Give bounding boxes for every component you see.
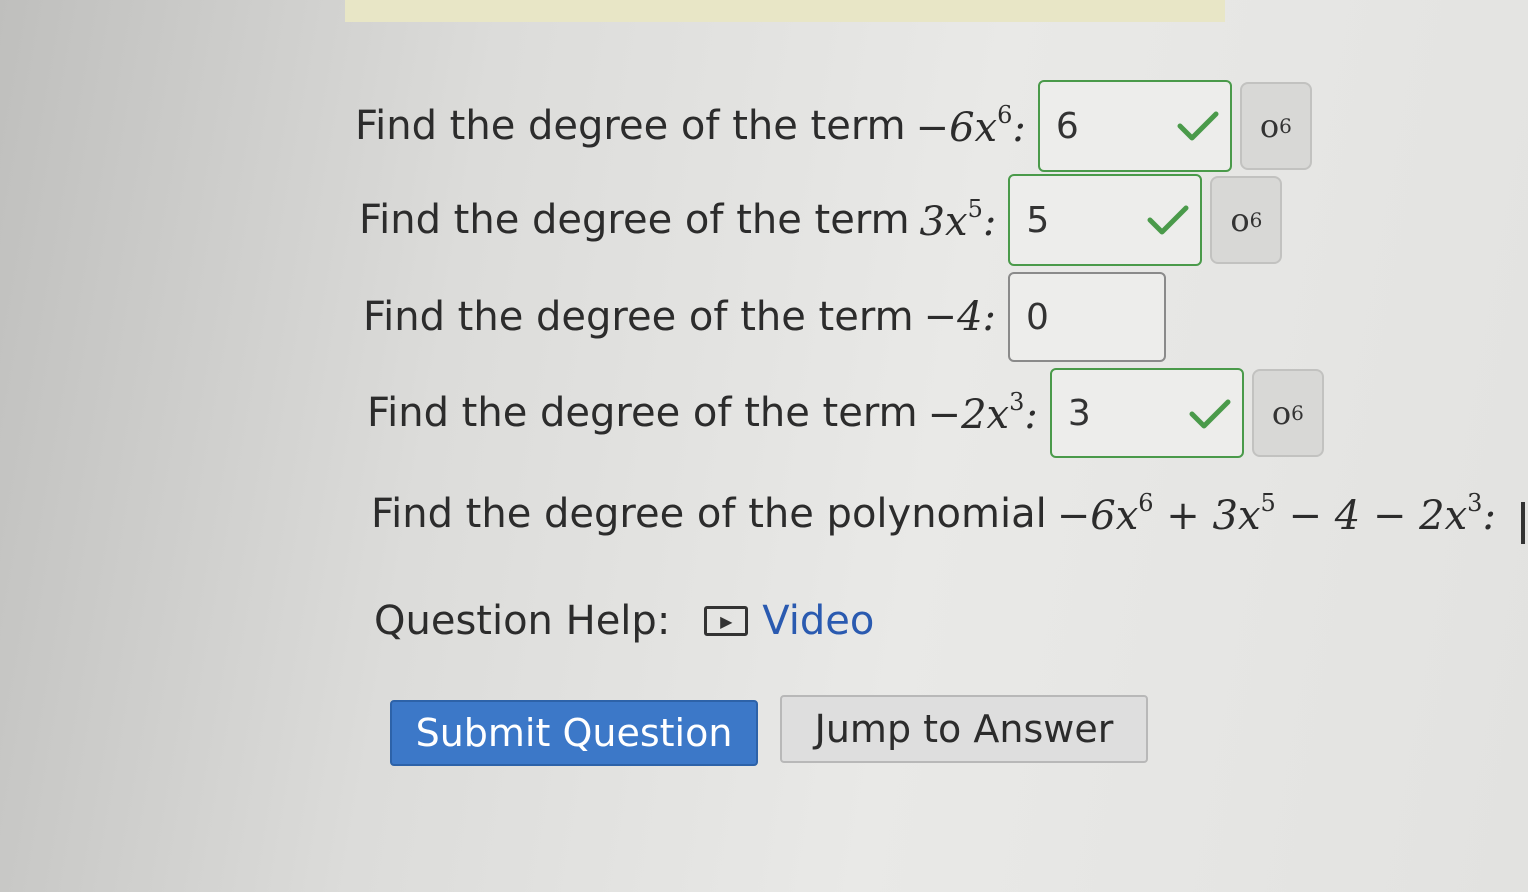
question-row-4: Find the degree of the term −2x3: 3 o6 [367,368,1324,458]
check-icon [1147,205,1189,235]
math-symbol-button[interactable]: o6 [1210,176,1283,264]
question-prompt: Find the degree of the term [367,390,918,436]
jump-to-answer-button[interactable]: Jump to Answer [780,695,1148,763]
check-icon [1189,399,1231,429]
math-symbol-button[interactable]: o6 [1251,369,1324,457]
question-row-1: Find the degree of the term −6x6: 6 o6 [355,80,1312,172]
check-icon [1177,111,1219,141]
polynomial-math: −6x6 + 3x5 − 4 − 2x3: [1056,489,1496,539]
play-icon: ▶ [704,606,749,636]
polynomial-answer-input-edge[interactable] [1521,502,1525,544]
answer-value: 5 [1026,199,1050,241]
answer-value: 3 [1067,392,1091,434]
question-help-label: Question Help: [374,598,671,644]
polynomial-question-row: Find the degree of the polynomial −6x6 +… [371,484,1496,544]
math-term: 3x5: [919,195,997,245]
answer-input-2[interactable]: 5 [1008,174,1203,266]
video-link[interactable]: ▶ Video [704,598,874,644]
question-help: Question Help: ▶ Video [374,598,874,644]
question-prompt: Find the degree of the term [363,294,914,340]
submit-question-button[interactable]: Submit Question [390,700,758,766]
math-term: −4: [923,294,996,340]
video-link-label: Video [762,598,875,644]
question-row-2: Find the degree of the term 3x5: 5 o6 [359,174,1283,266]
question-prompt: Find the degree of the term [359,197,910,243]
polynomial-prompt: Find the degree of the polynomial [371,491,1047,537]
answer-input-4[interactable]: 3 [1049,368,1244,458]
answer-value: 6 [1055,105,1079,147]
answer-input-3[interactable]: 0 [1008,272,1166,362]
answer-input-1[interactable]: 6 [1037,80,1232,172]
top-banner-strip [345,0,1225,22]
question-prompt: Find the degree of the term [355,103,906,149]
math-symbol-button[interactable]: o6 [1239,82,1312,170]
answer-value: 0 [1026,296,1049,338]
math-term: −6x6: [915,101,1026,151]
math-term: −2x3: [927,388,1038,438]
question-row-3: Find the degree of the term −4: 0 [363,272,1166,362]
